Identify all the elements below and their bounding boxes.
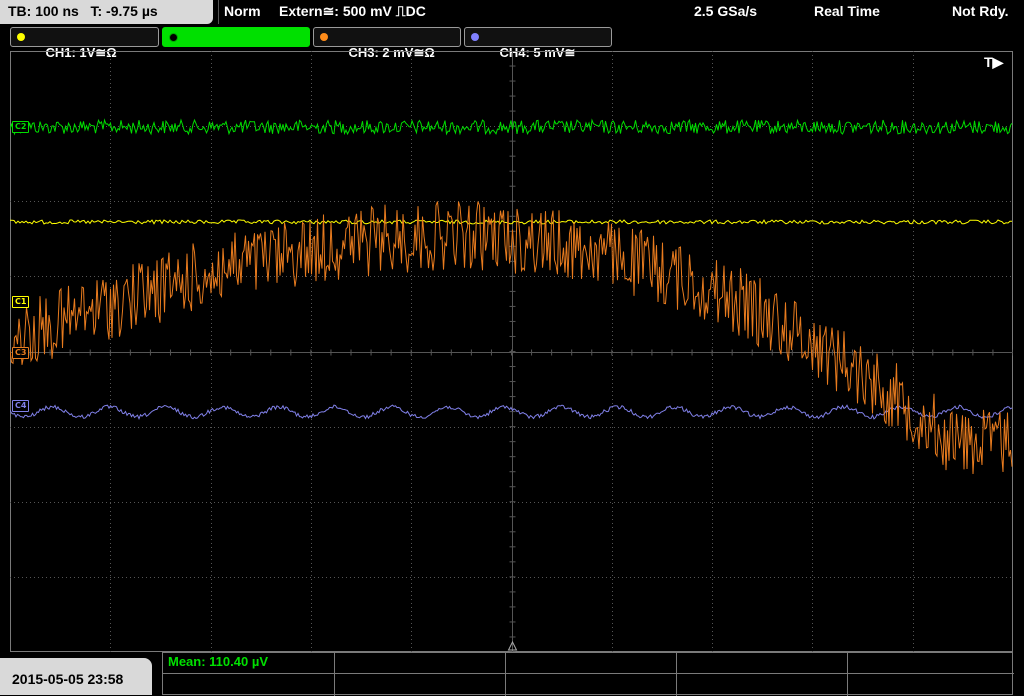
tab-ch1[interactable]: CH1: 1V≅Ω bbox=[10, 27, 159, 60]
sample-rate[interactable]: 2.5 GSa/s bbox=[694, 3, 757, 19]
mean-measurement: Mean: 110.40 µV bbox=[168, 654, 268, 669]
timebase-value: TB: 100 ns bbox=[8, 3, 79, 19]
top-status-bar: TB: 100 ns T: -9.75 µs Norm Extern≅: 500… bbox=[0, 0, 1024, 24]
separator bbox=[218, 0, 219, 24]
ch1-offset-marker[interactable]: C1 bbox=[12, 296, 30, 308]
ch1-waveform bbox=[10, 219, 1013, 225]
ch4-offset-marker[interactable]: C4 bbox=[12, 400, 30, 412]
measurement-panel[interactable] bbox=[162, 652, 1014, 696]
trigger-source[interactable]: Extern≅: 500 mV ⎍DC bbox=[279, 3, 426, 20]
timestamp-box: 2015-05-05 23:58 bbox=[0, 658, 152, 695]
ch2-waveform bbox=[10, 118, 1013, 136]
tab-ch2[interactable]: CH2: 5 mV≅Ω bbox=[162, 27, 310, 60]
tab-ch4[interactable]: CH4: 5 mV≅ bbox=[464, 27, 612, 60]
acquisition-type[interactable]: Real Time bbox=[814, 3, 880, 19]
ch3-offset-marker[interactable]: C3 bbox=[12, 347, 30, 359]
tab-ch3[interactable]: CH3: 2 mV≅Ω bbox=[313, 27, 461, 60]
trigger-position-marker[interactable]: T▶ bbox=[984, 54, 1003, 71]
ch2-offset-marker[interactable]: C2 bbox=[12, 121, 30, 133]
measurement-col-divider bbox=[676, 653, 677, 696]
measurement-col-divider bbox=[505, 653, 506, 696]
ch3-color-icon bbox=[320, 33, 328, 41]
ch4-color-icon bbox=[471, 33, 479, 41]
trigger-status: Not Rdy. bbox=[952, 3, 1009, 19]
timestamp: 2015-05-05 23:58 bbox=[12, 671, 124, 687]
acquisition-mode[interactable]: Norm bbox=[224, 3, 261, 19]
ch3-waveform bbox=[10, 201, 1013, 475]
bottom-bar: 2015-05-05 23:58 bbox=[0, 652, 1024, 696]
trigger-time-value: T: -9.75 µs bbox=[90, 3, 158, 19]
measurement-row-divider bbox=[163, 673, 1014, 674]
channel-tabs: CH1: 1V≅Ω CH2: 5 mV≅Ω CH3: 2 mV≅Ω CH4: 5… bbox=[0, 25, 1024, 60]
ch1-color-icon bbox=[17, 33, 25, 41]
ch2-color-icon bbox=[169, 33, 178, 42]
timebase-box[interactable]: TB: 100 ns T: -9.75 µs bbox=[0, 0, 213, 24]
waveform-plot bbox=[10, 51, 1013, 652]
measurement-col-divider bbox=[334, 653, 335, 696]
measurement-col-divider bbox=[847, 653, 848, 696]
